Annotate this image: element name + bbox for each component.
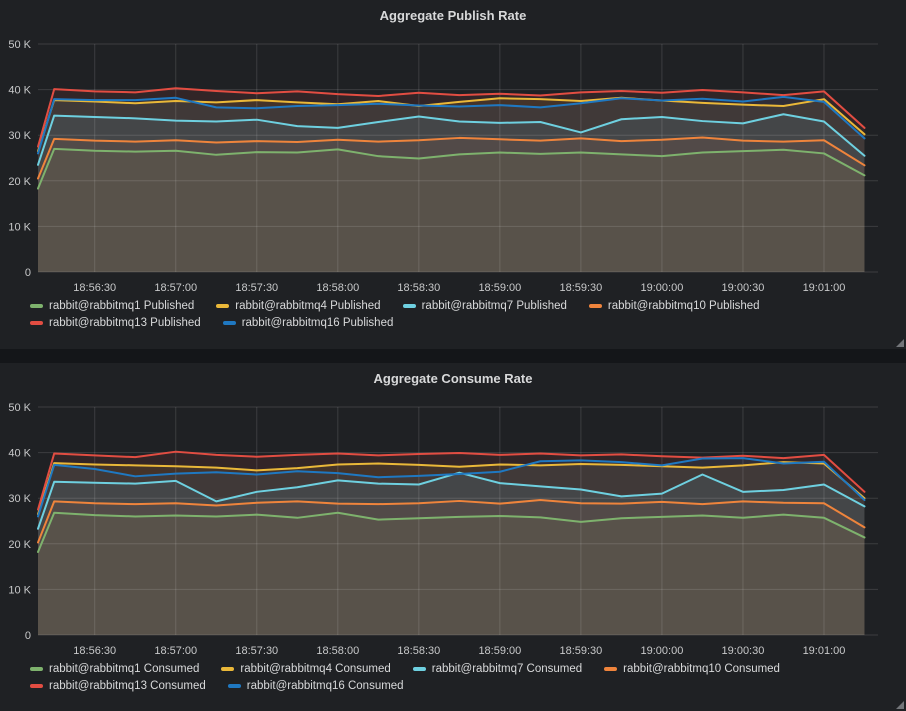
legend-label: rabbit@rabbitmq1 Published (49, 300, 194, 312)
x-tick-label: 18:58:00 (316, 282, 359, 294)
panel-resize-handle-icon[interactable] (896, 701, 904, 709)
legend-item[interactable]: rabbit@rabbitmq16 Consumed (228, 680, 404, 692)
legend-label: rabbit@rabbitmq4 Consumed (240, 663, 390, 675)
x-tick-label: 18:56:30 (73, 645, 116, 657)
x-tick-label: 18:59:00 (478, 282, 521, 294)
legend-label: rabbit@rabbitmq4 Published (235, 300, 380, 312)
legend-item[interactable]: rabbit@rabbitmq1 Published (30, 300, 194, 312)
legend-item[interactable]: rabbit@rabbitmq10 Consumed (604, 663, 780, 675)
y-tick-label: 40 K (8, 448, 31, 460)
x-tick-label: 18:58:30 (397, 282, 440, 294)
legend-item[interactable]: rabbit@rabbitmq13 Consumed (30, 680, 206, 692)
legend-item[interactable]: rabbit@rabbitmq1 Consumed (30, 663, 199, 675)
x-tick-label: 19:01:00 (803, 645, 846, 657)
panel-title[interactable]: Aggregate Consume Rate (0, 363, 906, 393)
legend-swatch-icon (228, 684, 241, 688)
x-tick-label: 18:59:30 (559, 282, 602, 294)
legend-item[interactable]: rabbit@rabbitmq13 Published (30, 317, 201, 329)
legend-swatch-icon (30, 304, 43, 308)
y-tick-label: 30 K (8, 130, 31, 142)
y-tick-label: 10 K (8, 584, 31, 596)
legend-item[interactable]: rabbit@rabbitmq16 Published (223, 317, 394, 329)
x-tick-label: 18:57:00 (154, 282, 197, 294)
y-tick-label: 40 K (8, 85, 31, 97)
y-tick-label: 50 K (8, 39, 31, 51)
legend-label: rabbit@rabbitmq7 Published (422, 300, 567, 312)
y-tick-label: 30 K (8, 493, 31, 505)
panel-aggregate-consume-rate: Aggregate Consume Rate 0 10 K 20 K 30 K 40 K… (0, 363, 906, 711)
legend-label: rabbit@rabbitmq7 Consumed (432, 663, 582, 675)
legend-swatch-icon (589, 304, 602, 308)
legend-item[interactable]: rabbit@rabbitmq7 Published (403, 300, 567, 312)
legend-swatch-icon (604, 667, 617, 671)
x-tick-label: 19:00:30 (722, 645, 765, 657)
legend-item[interactable]: rabbit@rabbitmq7 Consumed (413, 663, 582, 675)
x-tick-label: 19:00:30 (722, 282, 765, 294)
consume-legend: rabbit@rabbitmq1 Consumed rabbit@rabbitmq… (0, 661, 906, 692)
legend-label: rabbit@rabbitmq1 Consumed (49, 663, 199, 675)
legend-swatch-icon (223, 321, 236, 325)
series-fill (38, 458, 864, 635)
y-tick-label: 20 K (8, 539, 31, 551)
x-tick-label: 18:57:30 (235, 645, 278, 657)
legend-label: rabbit@rabbitmq13 Published (49, 317, 201, 329)
x-tick-label: 18:58:30 (397, 645, 440, 657)
x-tick-label: 19:00:00 (641, 282, 684, 294)
y-tick-label: 50 K (8, 402, 31, 414)
x-tick-label: 18:58:00 (316, 645, 359, 657)
publish-legend: rabbit@rabbitmq1 Published rabbit@rabbitm… (0, 298, 906, 329)
dashboard: Aggregate Publish Rate 0 10 K 20 K 30 K 40 K… (0, 0, 906, 711)
legend-swatch-icon (30, 684, 43, 688)
legend-item[interactable]: rabbit@rabbitmq10 Published (589, 300, 760, 312)
y-tick-label: 10 K (8, 221, 31, 233)
legend-swatch-icon (413, 667, 426, 671)
legend-swatch-icon (30, 667, 43, 671)
legend-item[interactable]: rabbit@rabbitmq4 Consumed (221, 663, 390, 675)
consume-rate-chart[interactable]: 0 10 K 20 K 30 K 40 K 50 K 18:56:30 18:57:00 18:… (0, 393, 906, 661)
x-tick-label: 18:59:00 (478, 645, 521, 657)
x-tick-label: 18:57:00 (154, 645, 197, 657)
y-tick-label: 0 (25, 267, 31, 279)
x-tick-label: 19:00:00 (641, 645, 684, 657)
panel-aggregate-publish-rate: Aggregate Publish Rate 0 10 K 20 K 30 K 40 K… (0, 0, 906, 349)
legend-label: rabbit@rabbitmq16 Consumed (247, 680, 404, 692)
y-tick-label: 20 K (8, 176, 31, 188)
legend-swatch-icon (216, 304, 229, 308)
legend-swatch-icon (221, 667, 234, 671)
x-tick-label: 18:57:30 (235, 282, 278, 294)
legend-label: rabbit@rabbitmq13 Consumed (49, 680, 206, 692)
legend-label: rabbit@rabbitmq10 Published (608, 300, 760, 312)
y-tick-label: 0 (25, 630, 31, 642)
legend-swatch-icon (30, 321, 43, 325)
x-tick-label: 19:01:00 (803, 282, 846, 294)
x-tick-label: 18:56:30 (73, 282, 116, 294)
legend-swatch-icon (403, 304, 416, 308)
x-tick-label: 18:59:30 (559, 645, 602, 657)
legend-label: rabbit@rabbitmq16 Published (242, 317, 394, 329)
panel-title[interactable]: Aggregate Publish Rate (0, 0, 906, 30)
panel-resize-handle-icon[interactable] (896, 339, 904, 347)
publish-rate-chart[interactable]: 0 10 K 20 K 30 K 40 K 50 K 18:56:30 18:57:00 18:… (0, 30, 906, 298)
legend-item[interactable]: rabbit@rabbitmq4 Published (216, 300, 380, 312)
series-fills (38, 88, 864, 272)
legend-label: rabbit@rabbitmq10 Consumed (623, 663, 780, 675)
